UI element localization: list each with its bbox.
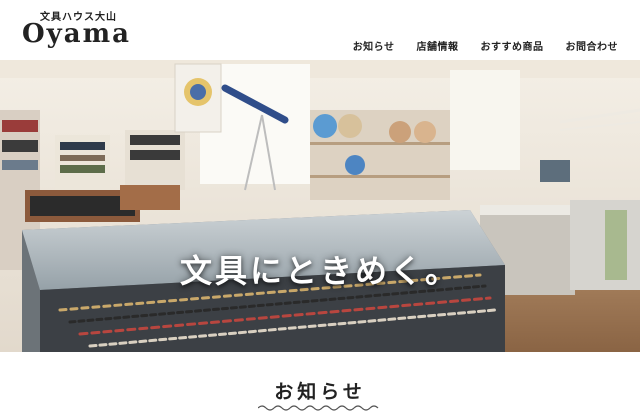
news-section-title: お知らせ: [274, 381, 366, 403]
site-header: 文具ハウス大山 Oyama お知らせ 店舗情報 おすすめ商品 お問合わせ: [0, 0, 640, 60]
hero-tagline: 文具にときめく。: [179, 252, 460, 290]
hero-banner: 文具にときめく。: [0, 60, 640, 352]
nav-item-contact[interactable]: お問合わせ: [566, 38, 619, 53]
global-nav: お知らせ 店舗情報 おすすめ商品 お問合わせ: [353, 38, 618, 53]
hero-store-photo: [0, 60, 640, 352]
nav-item-store-info[interactable]: 店舗情報: [417, 38, 459, 53]
nav-item-news[interactable]: お知らせ: [353, 38, 395, 53]
wave-divider-icon: [258, 405, 379, 411]
nav-item-recommended[interactable]: おすすめ商品: [481, 38, 544, 53]
site-logo[interactable]: 文具ハウス大山 Oyama: [22, 8, 132, 52]
logo-wordmark: Oyama: [22, 19, 131, 49]
